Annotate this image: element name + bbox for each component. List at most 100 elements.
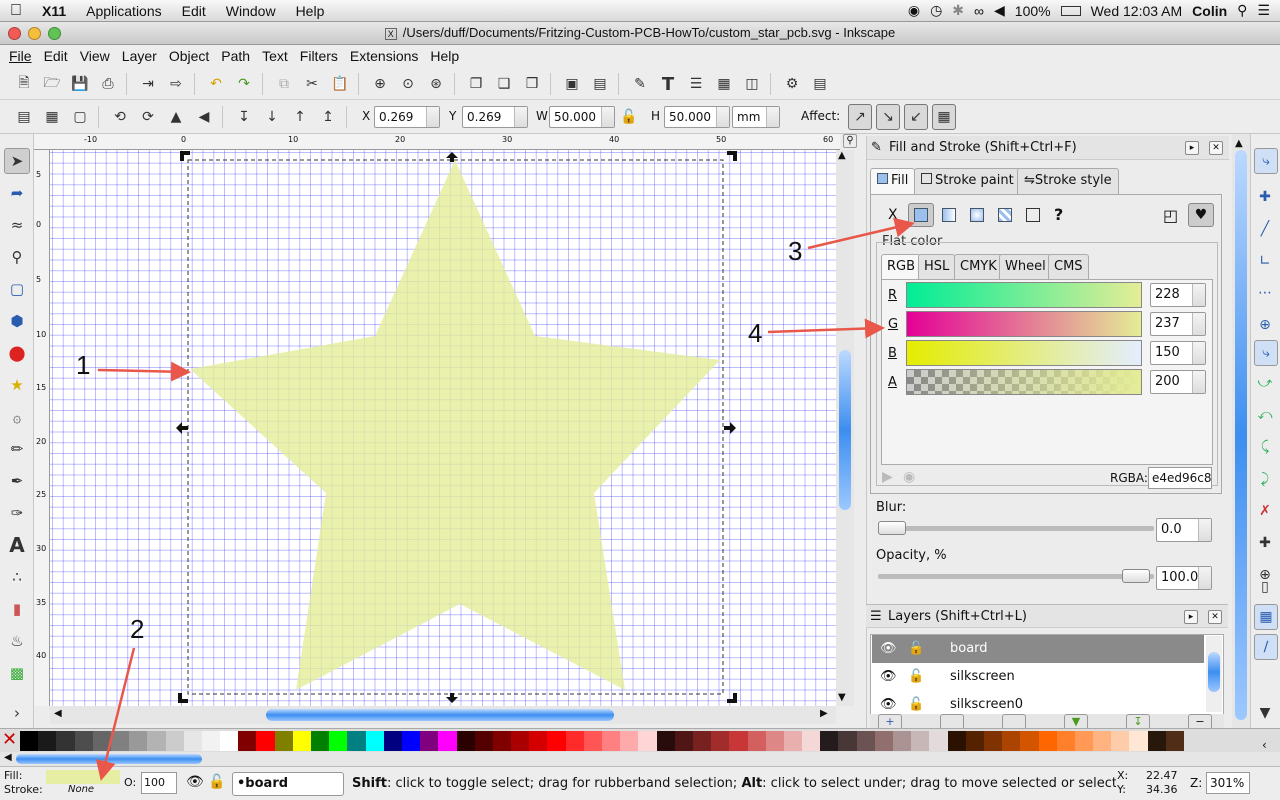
tab-wheel[interactable]: Wheel <box>999 254 1052 280</box>
nonzero-fill-icon[interactable]: ♥ <box>1188 203 1214 227</box>
dock-scroll-thumb[interactable] <box>1235 150 1247 720</box>
layer-row[interactable]: 👁 🔓 board <box>872 635 1204 663</box>
palette-swatch[interactable] <box>456 731 475 751</box>
tab-fill[interactable]: Fill <box>870 168 916 194</box>
snap-bbox-midpoint-icon[interactable]: ⋯ <box>1254 282 1276 304</box>
visibility-eye-icon[interactable]: 👁 <box>880 635 897 663</box>
palette-swatch[interactable] <box>256 731 275 751</box>
evenodd-fill-icon[interactable]: ◰ <box>1163 206 1178 225</box>
color-managed-icon[interactable]: ▶ <box>882 469 893 485</box>
palette-swatch[interactable] <box>74 731 93 751</box>
spray-tool-icon[interactable]: ∴ <box>4 564 30 590</box>
no-paint-swatch-icon[interactable]: ✕ <box>2 731 18 751</box>
clock-text[interactable]: Wed 12:03 AM <box>1091 3 1183 19</box>
tab-hsl[interactable]: HSL <box>918 254 956 280</box>
copy-icon[interactable]: ⧉ <box>273 73 295 95</box>
h-input[interactable]: 50.000 <box>664 106 730 128</box>
palette-swatch[interactable] <box>1056 731 1075 751</box>
status-globe-icon[interactable]: ◉ <box>908 2 920 19</box>
fill-stroke-dialog-icon[interactable]: ✎ <box>629 73 651 95</box>
palette-swatch[interactable] <box>983 731 1003 751</box>
lock-aspect-icon[interactable]: 🔓 <box>618 106 640 128</box>
open-icon[interactable]: 🗁 <box>41 73 63 95</box>
palette-swatch[interactable] <box>1038 731 1057 751</box>
layer-name[interactable]: silkscreen0 <box>950 691 1023 711</box>
gradient-tool-icon[interactable]: ▩ <box>4 660 30 686</box>
blur-value-input[interactable]: 0.0 <box>1156 518 1212 542</box>
palette-swatch[interactable] <box>911 731 930 751</box>
add-layer-icon[interactable]: + <box>878 714 902 728</box>
palette-swatch[interactable] <box>893 731 912 751</box>
layers-panel-iconify-icon[interactable]: ▸ <box>1184 610 1198 624</box>
canvas-horizontal-scrollbar[interactable]: ◀ ▶ <box>50 706 836 724</box>
visibility-eye-icon[interactable]: 👁 <box>880 663 897 691</box>
layer-row[interactable]: 👁 🔓 silkscreen0 <box>872 691 1204 711</box>
current-layer-select[interactable]: •board <box>232 772 344 796</box>
palette-swatch[interactable] <box>110 731 130 751</box>
mac-menu-applications[interactable]: Applications <box>76 3 172 19</box>
unlink-clone-icon[interactable]: ❒ <box>521 73 543 95</box>
flat-color-button[interactable] <box>908 203 934 227</box>
layer-bottom-icon[interactable]: ↧ <box>1126 714 1150 728</box>
palette-scrollbar[interactable]: ◀ ‹ <box>0 738 1280 766</box>
palette-swatch[interactable] <box>401 731 421 751</box>
palette-swatch[interactable] <box>838 731 857 751</box>
canvas-vertical-scrollbar[interactable]: ▲ ▼ <box>836 150 854 706</box>
palette-swatch[interactable] <box>147 731 166 751</box>
transform-gradients-toggle-icon[interactable]: ↙ <box>904 104 928 130</box>
menu-extensions[interactable]: Extensions <box>344 48 424 64</box>
volume-icon[interactable]: ◀ <box>994 2 1005 19</box>
palette-swatch[interactable] <box>783 731 803 751</box>
palette-swatch[interactable] <box>729 731 748 751</box>
menu-text[interactable]: Text <box>256 48 294 64</box>
palette-swatch[interactable] <box>929 731 948 751</box>
snap-path-intersection-icon[interactable]: ⤺ <box>1254 404 1276 426</box>
layer-name[interactable]: board <box>950 635 988 663</box>
menu-edit[interactable]: Edit <box>38 48 74 64</box>
menu-object[interactable]: Object <box>163 48 215 64</box>
layers-panel-close-icon[interactable]: ✕ <box>1208 610 1222 624</box>
sync-icon[interactable]: ∞ <box>974 3 984 19</box>
clone-icon[interactable]: ❑ <box>493 73 515 95</box>
palette-swatch[interactable] <box>711 731 730 751</box>
ungroup-icon[interactable]: ▤ <box>589 73 611 95</box>
undo-icon[interactable]: ↶ <box>205 73 227 95</box>
drawing-canvas[interactable] <box>50 150 836 706</box>
status-opacity-input[interactable]: 100 <box>141 772 177 794</box>
eraser-tool-icon[interactable]: ▮ <box>4 596 30 622</box>
snap-smooth-nodes-icon[interactable]: ⤸ <box>1254 468 1276 490</box>
snap-guide-icon[interactable]: ∕ <box>1254 634 1278 660</box>
hscroll-thumb[interactable] <box>266 709 614 721</box>
palette-swatch[interactable] <box>292 731 311 751</box>
menu-help[interactable]: Help <box>424 48 465 64</box>
snap-path-icon[interactable]: ⤻ <box>1254 372 1276 394</box>
palette-swatch[interactable] <box>56 731 75 751</box>
palette-swatch[interactable] <box>201 731 221 751</box>
palette-swatch[interactable] <box>747 731 766 751</box>
toggle-layer-lock-icon[interactable]: 🔓 <box>208 774 225 790</box>
palette-scroll-thumb[interactable] <box>16 754 202 764</box>
palette-swatch[interactable] <box>438 731 457 751</box>
linear-gradient-icon[interactable] <box>942 208 956 222</box>
a-slider[interactable] <box>906 369 1142 395</box>
opacity-value-input[interactable]: 100.0 <box>1156 566 1212 590</box>
palette-swatch[interactable] <box>220 731 239 751</box>
mac-menu-help[interactable]: Help <box>286 3 335 19</box>
unset-paint-button[interactable]: ? <box>1054 205 1063 224</box>
align-dialog-icon[interactable]: ◫ <box>741 73 763 95</box>
y-input[interactable]: 0.269 <box>462 106 528 128</box>
palette-swatch[interactable] <box>1093 731 1112 751</box>
paint-none-button[interactable]: X <box>888 207 898 223</box>
snap-bbox-center-icon[interactable]: ⊕ <box>1254 314 1276 336</box>
save-icon[interactable]: 💾 <box>69 73 91 95</box>
palette-swatch[interactable] <box>692 731 712 751</box>
palette-swatch[interactable] <box>947 731 966 751</box>
pencil-tool-icon[interactable]: ✏ <box>4 436 30 462</box>
menu-file[interactable]: File <box>3 48 38 64</box>
snap-bbox-edge-icon[interactable]: ╱ <box>1254 218 1276 240</box>
palette-swatch[interactable] <box>492 731 512 751</box>
palette-swatch[interactable] <box>638 731 657 751</box>
palette-swatch[interactable] <box>165 731 184 751</box>
palette-menu-chevron-icon[interactable]: ‹ <box>1262 738 1267 752</box>
toolbox-more-chevron-icon[interactable]: › <box>4 700 30 726</box>
